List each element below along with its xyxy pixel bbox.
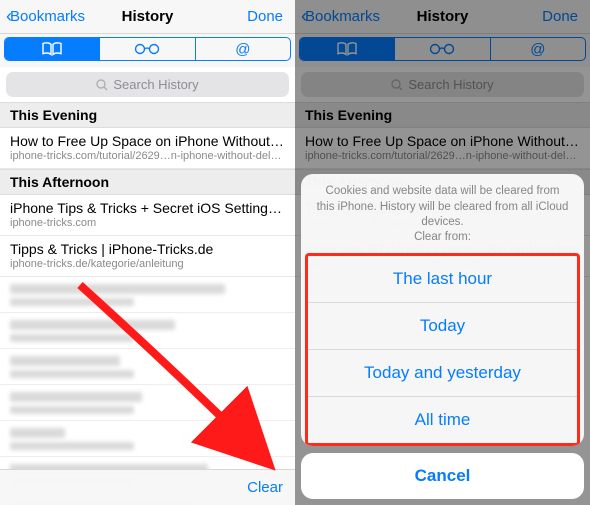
row-url: iphone-tricks.com/tutorial/2629…n-iphone… <box>10 150 285 162</box>
glasses-icon <box>134 43 160 55</box>
search-input[interactable]: Search History <box>6 72 289 97</box>
segment-shared-links[interactable]: @ <box>196 38 290 60</box>
history-list: This Evening How to Free Up Space on iPho… <box>0 102 295 505</box>
action-sheet: Cookies and website data will be cleared… <box>301 174 584 499</box>
toolbar: Clear <box>0 469 295 505</box>
cancel-button[interactable]: Cancel <box>301 453 584 499</box>
section-header: This Evening <box>0 102 295 128</box>
sheet-message: Cookies and website data will be cleared… <box>301 174 584 231</box>
history-row-redacted <box>0 277 295 313</box>
annotation-highlight: The last hour Today Today and yesterday … <box>305 253 580 446</box>
history-row-redacted <box>0 349 295 385</box>
clear-option-last-hour[interactable]: The last hour <box>308 256 577 302</box>
book-icon <box>42 42 62 56</box>
search-icon <box>96 79 108 91</box>
row-url: iphone-tricks.com <box>10 217 285 229</box>
history-row-redacted <box>0 313 295 349</box>
clear-option-today[interactable]: Today <box>308 302 577 349</box>
history-row-redacted <box>0 421 295 457</box>
row-title: Tipps & Tricks | iPhone-Tricks.de <box>10 241 285 257</box>
clear-option-today-yesterday[interactable]: Today and yesterday <box>308 349 577 396</box>
back-label: Bookmarks <box>10 8 85 25</box>
nav-bar: ‹ Bookmarks History Done <box>0 0 295 34</box>
sheet-subtitle: Clear from: <box>301 231 584 253</box>
row-title: How to Free Up Space on iPhone Without D… <box>10 133 285 149</box>
right-screenshot: ‹ Bookmarks History Done @ Search Histor… <box>295 0 590 505</box>
segment-bookmarks[interactable] <box>5 38 100 60</box>
done-label: Done <box>247 8 283 25</box>
history-row-redacted <box>0 385 295 421</box>
section-header: This Afternoon <box>0 169 295 195</box>
segmented-control: @ <box>4 37 291 61</box>
row-title: iPhone Tips & Tricks + Secret iOS Settin… <box>10 200 285 216</box>
search-placeholder: Search History <box>113 77 198 92</box>
history-row[interactable]: iPhone Tips & Tricks + Secret iOS Settin… <box>0 195 295 236</box>
clear-button[interactable]: Clear <box>247 479 283 496</box>
history-row[interactable]: How to Free Up Space on iPhone Without D… <box>0 128 295 169</box>
back-button[interactable]: ‹ Bookmarks <box>6 6 96 27</box>
clear-option-all-time[interactable]: All time <box>308 396 577 443</box>
done-button[interactable]: Done <box>199 8 289 25</box>
history-row[interactable]: Tipps & Tricks | iPhone-Tricks.deiphone-… <box>0 236 295 277</box>
left-screenshot: ‹ Bookmarks History Done @ Search Histor… <box>0 0 295 505</box>
segment-reading-list[interactable] <box>100 38 195 60</box>
row-url: iphone-tricks.de/kategorie/anleitung <box>10 258 285 270</box>
nav-title: History <box>122 8 174 25</box>
